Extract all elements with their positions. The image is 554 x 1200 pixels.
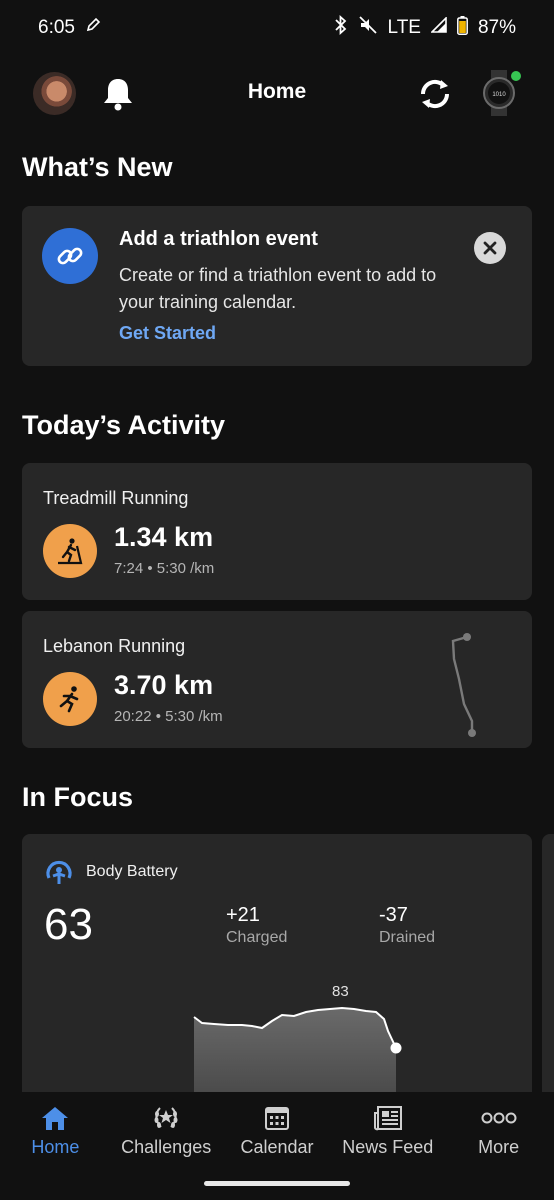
chart-peak-label: 83 <box>332 983 349 1000</box>
body-battery-value: 63 <box>44 900 93 949</box>
more-dots-icon <box>481 1104 517 1132</box>
signal-icon <box>430 16 447 39</box>
home-indicator[interactable] <box>204 1181 350 1186</box>
in-focus-heading: In Focus <box>22 782 134 812</box>
connection-status-dot <box>511 71 521 81</box>
activity-meta: 20:22 • 5:30 /km <box>114 708 223 725</box>
calendar-icon <box>264 1104 290 1132</box>
activity-meta: 7:24 • 5:30 /km <box>114 560 215 577</box>
activity-distance: 1.34 km <box>114 522 214 552</box>
activity-name: Treadmill Running <box>43 488 189 508</box>
battery-percent: 87% <box>477 17 516 38</box>
body-battery-title: Body Battery <box>86 863 178 880</box>
activity-card[interactable]: Lebanon Running 3.70 km 20:22 • 5:30 /km <box>22 611 532 748</box>
nav-label: Home <box>31 1137 80 1157</box>
activity-distance: 3.70 km <box>114 670 214 700</box>
card-body: Create or find a triathlon event to add … <box>119 265 437 312</box>
nav-label: News Feed <box>342 1137 434 1157</box>
body-battery-card[interactable]: Body Battery 63 +21 Charged -37 Drained <box>22 834 532 1092</box>
nav-label: Challenges <box>121 1137 212 1157</box>
route-map <box>447 629 507 744</box>
activity-card[interactable]: Treadmill Running 1.34 km 7:24 • 5:30 /k… <box>22 463 532 600</box>
card-title: Add a triathlon event <box>119 228 318 250</box>
svg-text:1010: 1010 <box>492 92 506 98</box>
pen-icon <box>85 17 101 39</box>
battery-icon <box>457 15 468 41</box>
nav-more[interactable]: More <box>443 1092 554 1172</box>
charged-label: Charged <box>226 929 288 946</box>
nav-calendar[interactable]: Calendar <box>222 1092 333 1172</box>
link-icon <box>42 228 98 284</box>
treadmill-icon <box>43 524 97 578</box>
charged-stat: +21 Charged <box>226 904 287 947</box>
whats-new-heading: What’s New <box>22 152 173 182</box>
nav-challenges[interactable]: Challenges <box>111 1092 222 1172</box>
laurel-icon <box>151 1104 181 1132</box>
nav-news-feed[interactable]: News Feed <box>332 1092 443 1172</box>
drained-stat: -37 Drained <box>379 904 435 947</box>
nav-home[interactable]: Home <box>0 1092 111 1172</box>
drained-value: -37 <box>379 904 408 926</box>
page-title: Home <box>247 80 307 103</box>
network-label: LTE <box>387 17 421 38</box>
sync-icon[interactable] <box>417 76 453 117</box>
status-bar: 6:05 LTE 87% <box>0 0 554 56</box>
home-icon <box>41 1104 69 1132</box>
mute-icon <box>358 15 378 41</box>
whats-new-card[interactable]: Add a triathlon event Create or find a t… <box>22 206 532 366</box>
app-bar: Home 1010 <box>0 56 554 132</box>
next-focus-card[interactable] <box>542 834 554 1092</box>
get-started-link[interactable]: Get Started <box>119 323 216 344</box>
home-feed[interactable]: What’s New Add a triathlon event Create … <box>0 132 554 1092</box>
body-battery-chart: 83 <box>192 979 432 1092</box>
nav-label: Calendar <box>240 1137 314 1157</box>
newspaper-icon <box>373 1104 403 1132</box>
nav-label: More <box>478 1137 520 1157</box>
close-icon[interactable] <box>474 232 506 264</box>
todays-activity-heading: Today’s Activity <box>22 410 226 440</box>
activity-name: Lebanon Running <box>43 636 186 656</box>
running-icon <box>43 672 97 726</box>
bluetooth-icon <box>334 14 348 41</box>
body-battery-icon <box>44 858 74 893</box>
drained-label: Drained <box>379 929 436 946</box>
status-time: 6:05 <box>38 17 75 38</box>
charged-value: +21 <box>226 904 260 926</box>
